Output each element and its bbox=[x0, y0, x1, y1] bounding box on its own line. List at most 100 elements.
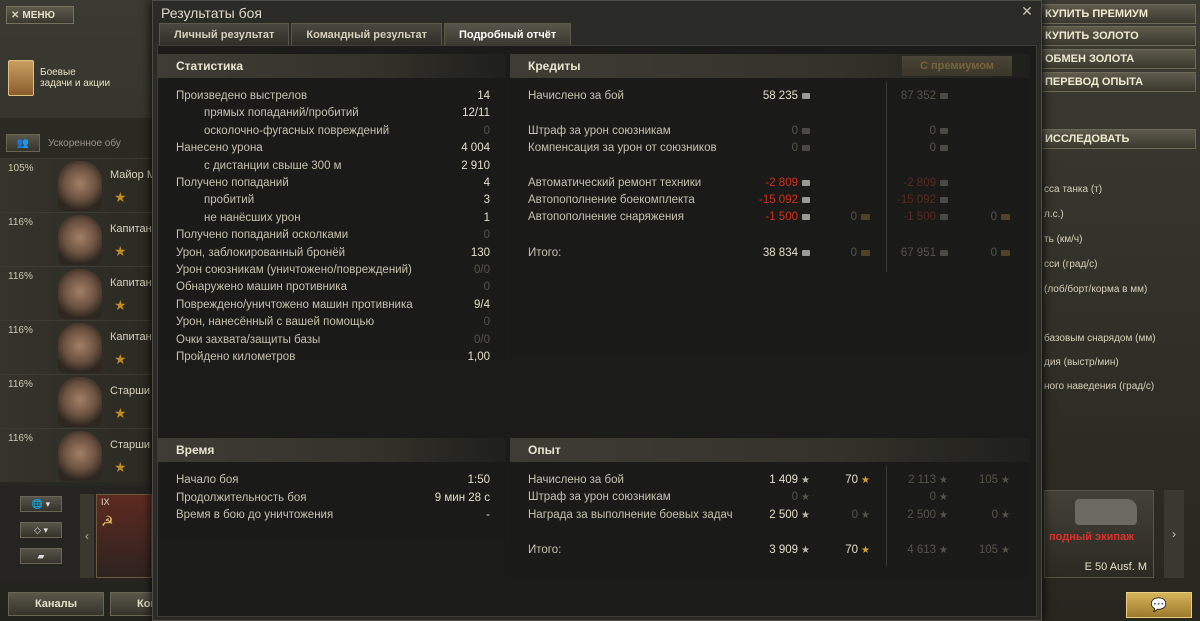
credit-amount: -2 809 bbox=[765, 177, 798, 189]
credit-value: 0 bbox=[792, 125, 810, 137]
experience-section: Опыт Начислено за бой 1 409 ★ 70 ★ 2 113 ★ 105 ★… bbox=[510, 438, 1030, 578]
crew-rank: Старши bbox=[110, 385, 151, 397]
credit-label: Автопополнение боекомплекта bbox=[528, 194, 695, 206]
premium-free-xp-value: 0 ★ bbox=[992, 509, 1010, 521]
crew-portrait bbox=[58, 269, 102, 319]
missions-book-icon bbox=[8, 60, 34, 96]
tab-detailed-report[interactable]: Подробный отчёт bbox=[443, 23, 572, 45]
credits-icon bbox=[802, 249, 810, 256]
research-button[interactable]: ИССЛЕДОВАТЬ bbox=[1036, 129, 1196, 149]
credits-icon bbox=[940, 213, 948, 220]
buy-premium-button[interactable]: КУПИТЬ ПРЕМИУМ bbox=[1036, 4, 1196, 24]
xp-row: Штраф за урон союзникам 0 ★ 0 ★ bbox=[510, 491, 1030, 507]
chevron-right-icon: › bbox=[1172, 527, 1176, 541]
xp-amount: 0 bbox=[791, 491, 799, 503]
gold-icon bbox=[861, 249, 870, 256]
premium-credit-value: 0 bbox=[930, 125, 948, 137]
time-value: 9 мин 28 с bbox=[434, 491, 490, 504]
credits-icon bbox=[940, 144, 948, 151]
quick-training-label[interactable]: Ускоренное обу bbox=[48, 138, 121, 149]
nation-filter[interactable]: 🌐 ▾ bbox=[20, 496, 62, 512]
gold-value: 0 bbox=[851, 247, 870, 259]
credit-value: 38 834 bbox=[763, 247, 810, 259]
convert-xp-button[interactable]: ПЕРЕВОД ОПЫТА bbox=[1036, 72, 1196, 92]
stat-label: не нанёсших урон bbox=[204, 211, 301, 224]
premium-credit-value: -1 500 bbox=[903, 211, 948, 223]
tab-personal-result[interactable]: Личный результат bbox=[159, 23, 290, 45]
menu-button[interactable]: ✕ МЕНЮ bbox=[6, 6, 74, 24]
premium-credit-value: 87 352 bbox=[901, 90, 948, 102]
info-aim: ного наведения (град/с) bbox=[1044, 381, 1155, 392]
info-rof: дия (выстр/мин) bbox=[1044, 357, 1119, 368]
crew-member[interactable]: 116% Старши ★ bbox=[0, 428, 155, 482]
quick-training-row: 👥 Ускоренное обу bbox=[6, 134, 121, 152]
crew-member[interactable]: 116% Капитан ★ bbox=[0, 266, 155, 320]
stat-label: Получено попаданий bbox=[176, 177, 289, 189]
xp-label: Штраф за урон союзникам bbox=[528, 491, 671, 503]
tank-card-crew-status: подный экипаж bbox=[1049, 531, 1134, 543]
stat-value: 0 bbox=[483, 316, 490, 329]
xp-star-icon: ★ bbox=[801, 545, 810, 556]
stat-label: прямых попаданий/пробитий bbox=[204, 107, 359, 120]
carousel-controls: 🌐 ▾ ◇ ▾ ▰ ‹ IX ☭ bbox=[0, 486, 155, 582]
credit-value: -15 092 bbox=[759, 194, 810, 206]
tab-team-result[interactable]: Командный результат bbox=[291, 23, 442, 45]
stat-row: Урон союзникам (уничтожено/повреждений) 0… bbox=[158, 264, 506, 280]
contacts-button[interactable]: Кон bbox=[110, 592, 155, 616]
free-xp-amount: 0 bbox=[851, 509, 859, 521]
carousel-left-arrow[interactable]: ‹ bbox=[80, 494, 94, 578]
selected-tank-card[interactable]: подный экипаж E 50 Ausf. M bbox=[1044, 490, 1154, 578]
credit-amount: 0 bbox=[791, 142, 798, 154]
premium-credit-amount: -15 092 bbox=[896, 194, 936, 206]
crew-rank: Капитан bbox=[110, 277, 152, 289]
credit-amount: 38 834 bbox=[762, 247, 798, 259]
window-title: Результаты боя bbox=[161, 5, 263, 21]
crew-button[interactable]: 👥 bbox=[6, 134, 40, 152]
missions-label-1: Боевые bbox=[40, 67, 76, 78]
info-armor: (лоб/борт/корма в мм) bbox=[1044, 284, 1148, 295]
close-icon[interactable]: ✕ bbox=[1019, 3, 1035, 19]
time-label: Продолжительность боя bbox=[176, 491, 307, 504]
credit-label: Автопополнение снаряжения bbox=[528, 211, 684, 223]
buy-gold-button[interactable]: КУПИТЬ ЗОЛОТО bbox=[1036, 26, 1196, 46]
free-xp-star-icon: ★ bbox=[861, 475, 870, 486]
time-row: Начало боя 1:50 bbox=[158, 474, 506, 490]
premium-filter[interactable]: ▰ bbox=[20, 548, 62, 564]
people-icon: 👥 bbox=[16, 137, 30, 149]
gold-icon bbox=[1001, 249, 1010, 256]
stat-row: Получено попаданий 4 bbox=[158, 177, 506, 193]
xp-label: Награда за выполнение боевых задач bbox=[528, 509, 733, 521]
xp-value: 2 500 ★ bbox=[769, 509, 810, 521]
crew-member[interactable]: 116% Капитан ★ bbox=[0, 212, 155, 266]
tank-card-model: E 50 Ausf. M bbox=[1084, 561, 1147, 573]
free-xp-star-icon: ★ bbox=[1001, 475, 1010, 486]
info-weight: сса танка (т) bbox=[1044, 184, 1103, 195]
crew-member[interactable]: 105% Майор М ★ bbox=[0, 158, 155, 212]
crew-portrait bbox=[58, 215, 102, 265]
info-penetration: базовым снарядом (мм) bbox=[1044, 333, 1156, 344]
premium-free-xp-amount: 105 bbox=[978, 544, 999, 556]
tank-thumbnail[interactable]: IX ☭ bbox=[96, 494, 152, 578]
time-label: Время в бою до уничтожения bbox=[176, 509, 334, 521]
report-content: Статистика Произведено выстрелов 14 прямых… bbox=[157, 45, 1037, 617]
crew-member[interactable]: 116% Капитан ★ bbox=[0, 320, 155, 374]
missions-button[interactable]: Боевые задачи и акции bbox=[8, 48, 148, 108]
premium-free-xp-value: 105 ★ bbox=[979, 474, 1010, 486]
premium-gold-amount: 0 bbox=[990, 247, 997, 259]
stat-value: 4 bbox=[483, 177, 490, 189]
premium-free-xp-value: 105 ★ bbox=[979, 544, 1010, 556]
exchange-gold-button[interactable]: ОБМЕН ЗОЛОТА bbox=[1036, 49, 1196, 69]
type-filter[interactable]: ◇ ▾ bbox=[20, 522, 62, 538]
channels-button[interactable]: Каналы bbox=[8, 592, 104, 616]
time-row: Продолжительность боя 9 мин 28 с bbox=[158, 492, 506, 508]
rank-star-icon: ★ bbox=[114, 459, 127, 475]
stat-value: 0 bbox=[483, 124, 490, 137]
stat-row: с дистанции свыше 300 м 2 910 bbox=[158, 160, 506, 176]
xp-star-icon: ★ bbox=[939, 492, 948, 503]
chat-button[interactable]: 💬 bbox=[1126, 592, 1192, 618]
rank-star-icon: ★ bbox=[114, 351, 127, 367]
carousel-right-arrow[interactable]: › bbox=[1164, 490, 1184, 578]
free-xp-star-icon: ★ bbox=[861, 510, 870, 521]
premium-credit-amount: 67 951 bbox=[900, 247, 936, 259]
crew-member[interactable]: 116% Старши ★ bbox=[0, 374, 155, 428]
